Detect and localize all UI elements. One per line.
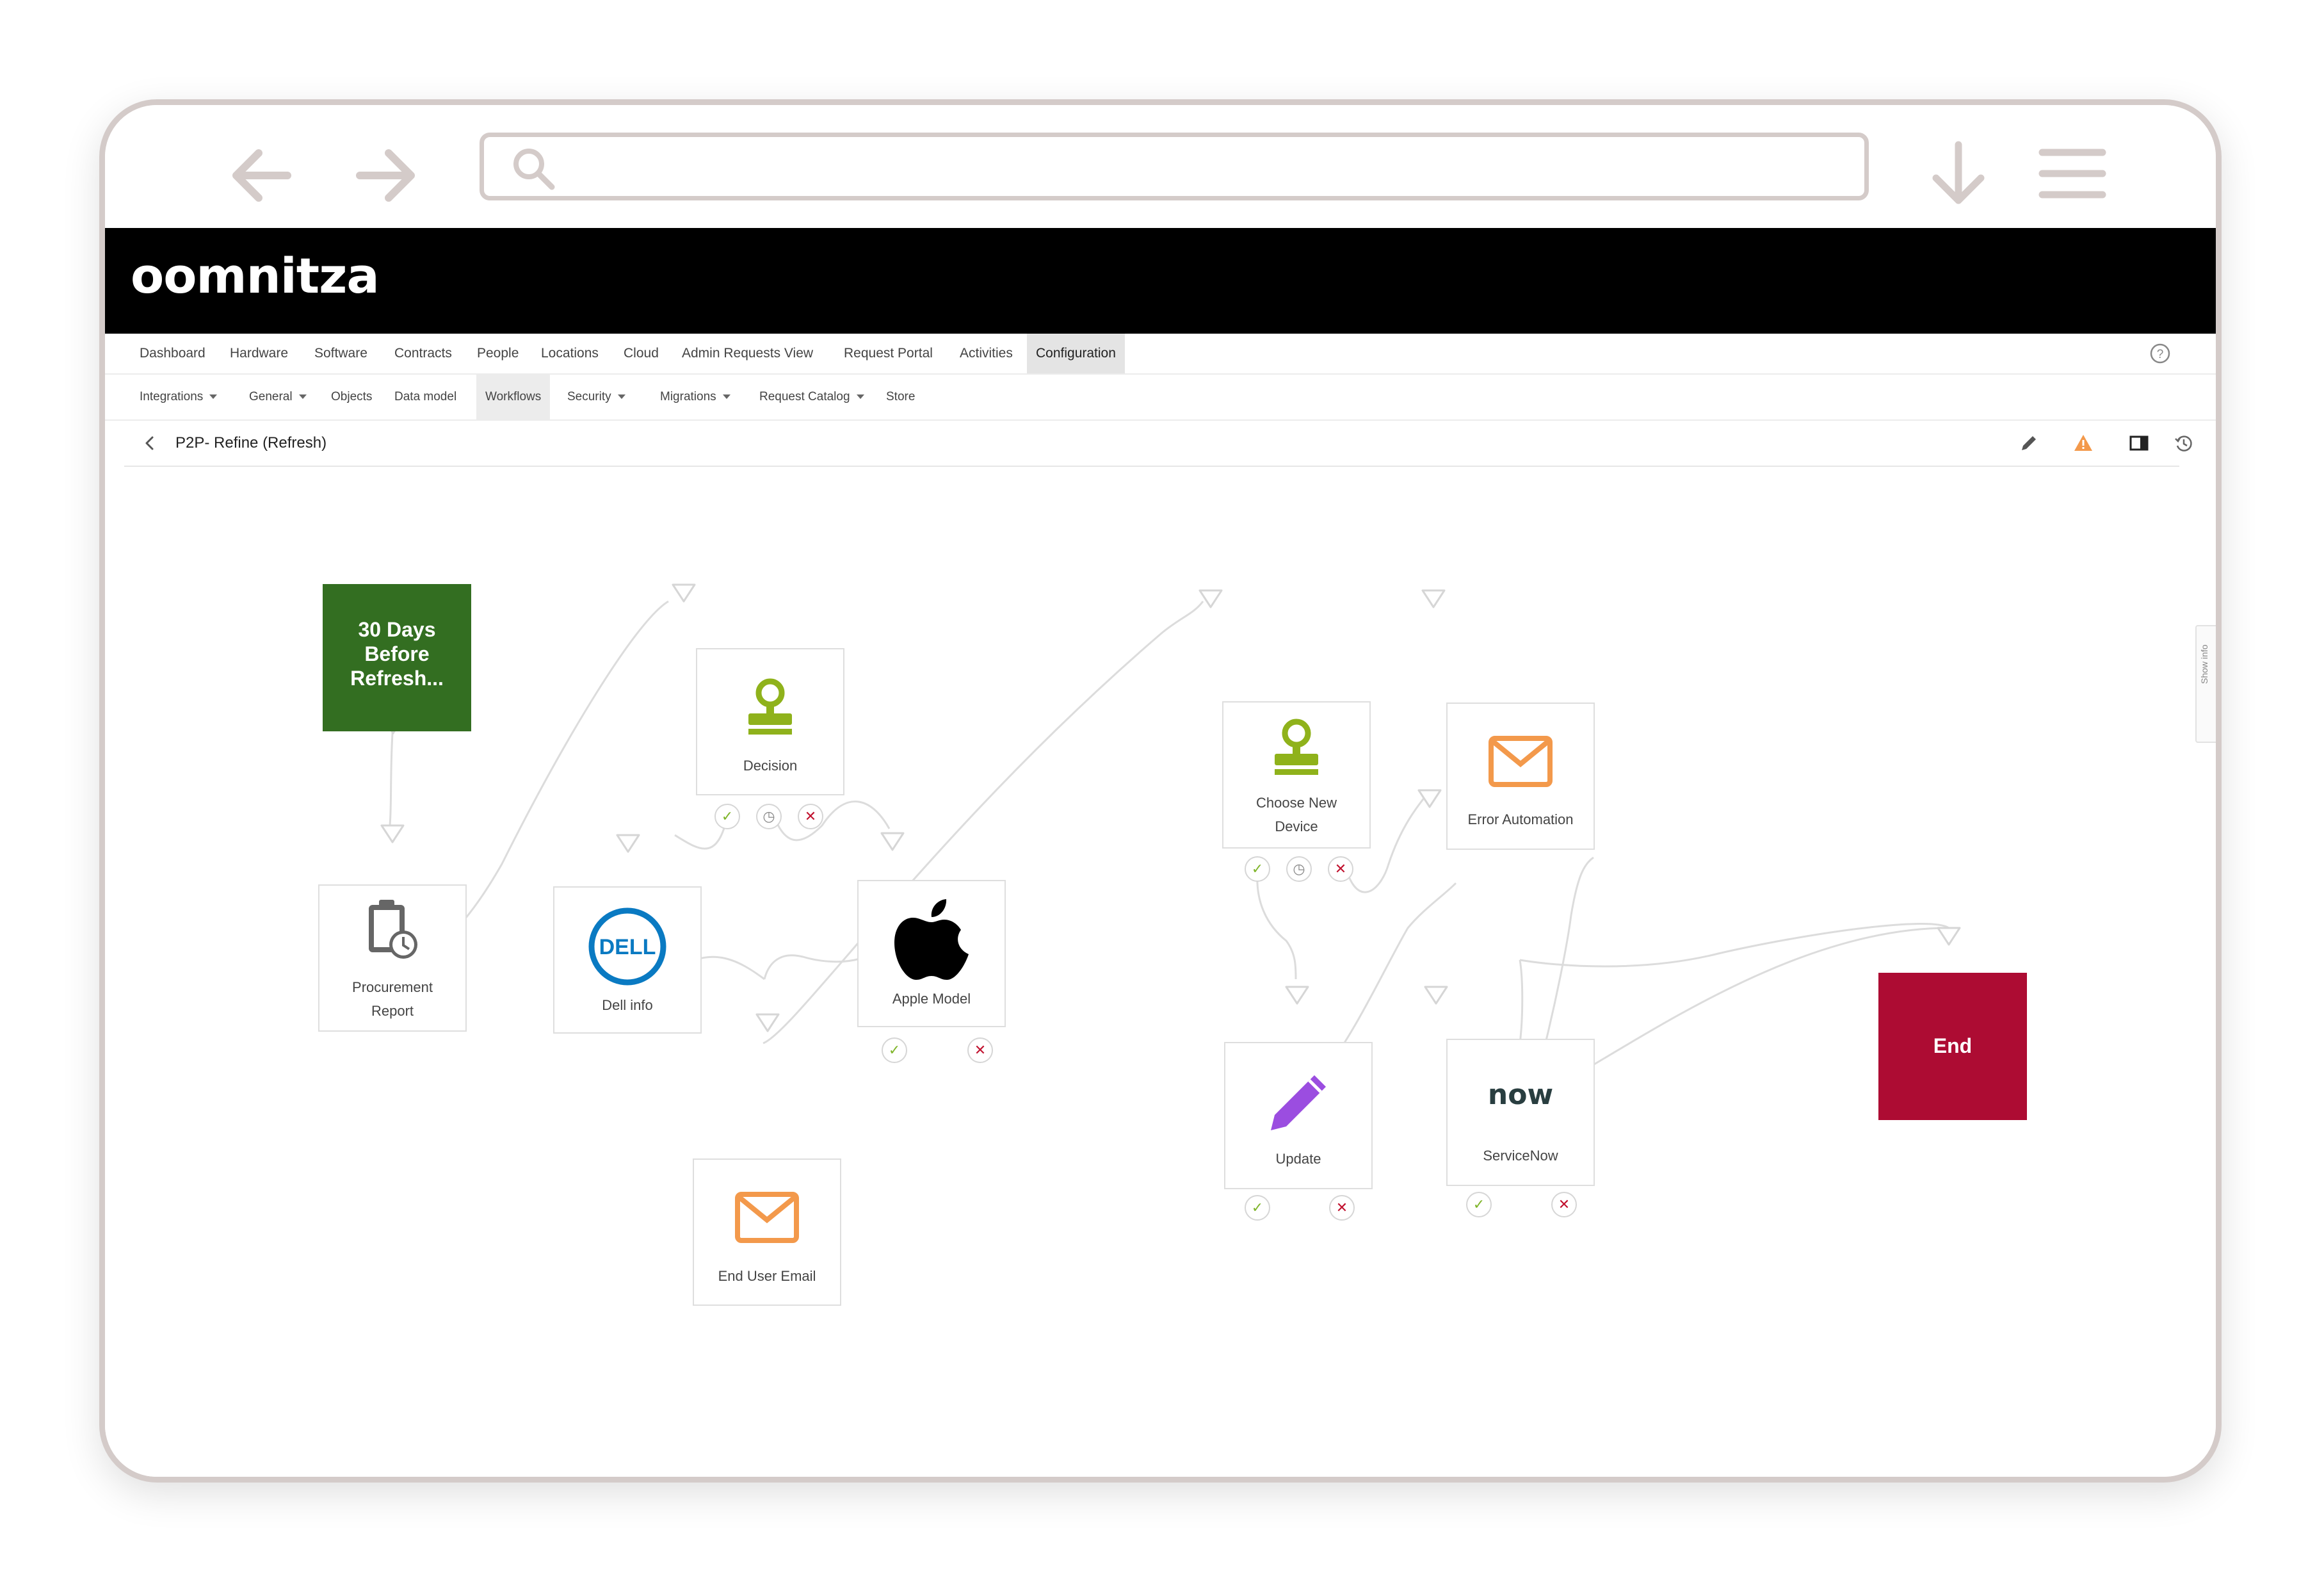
approval-stamp-icon [748,678,792,735]
menu-item-activities[interactable]: Activities [951,334,1022,373]
brand-bar: oomnitza [105,228,2216,334]
submenu-migrations[interactable]: Migrations [651,375,739,419]
workflow-node-update[interactable]: Update [1224,1042,1373,1189]
node-label: Decision [743,758,798,774]
dell-logo-text: DELL [599,935,656,959]
node-label: Apple Model [892,991,971,1007]
primary-menu: Dashboard Hardware Software Contracts Pe… [105,334,2216,375]
reject-port-icon[interactable]: ✕ [967,1037,993,1063]
history-icon[interactable] [2173,432,2195,454]
hamburger-menu-icon[interactable] [2037,145,2108,202]
clock-port-icon[interactable]: ◷ [1286,856,1312,882]
menu-item-software[interactable]: Software [305,334,376,373]
submenu-request-catalog[interactable]: Request Catalog [750,375,873,419]
reject-port-icon[interactable]: ✕ [798,804,823,829]
submenu-general-label: General [249,390,293,403]
reject-port-icon[interactable]: ✕ [1328,856,1353,882]
submenu-store[interactable]: Store [877,375,924,419]
workflow-node-apple-model[interactable]: Apple Model [857,880,1006,1027]
chevron-down-icon [298,394,307,400]
submenu-workflows[interactable]: Workflows [476,375,551,419]
menu-item-dashboard[interactable]: Dashboard [131,334,214,373]
show-info-tab[interactable]: Show info [2195,625,2216,743]
clock-port-icon[interactable]: ◷ [756,804,782,829]
submenu-request-catalog-label: Request Catalog [759,390,850,403]
approve-port-icon[interactable]: ✓ [1466,1192,1492,1217]
workflow-node-end[interactable]: End [1878,973,2027,1120]
reject-port-icon[interactable]: ✕ [1551,1192,1577,1217]
app-window: oomnitza Dashboard Hardware Software Con… [105,228,2216,1477]
submenu-migrations-label: Migrations [660,390,716,403]
menu-item-hardware[interactable]: Hardware [221,334,297,373]
menu-item-contracts[interactable]: Contracts [385,334,461,373]
menu-item-locations[interactable]: Locations [532,334,608,373]
node-label: End User Email [718,1268,816,1284]
chevron-down-icon [856,394,864,400]
chevron-down-icon [617,394,625,400]
panel-icon[interactable] [2128,432,2150,454]
chevron-down-icon [209,394,218,400]
node-label: Error Automation [1467,811,1574,827]
workflow-node-error-automation[interactable]: Error Automation [1446,703,1595,850]
chevron-left-icon[interactable] [142,435,157,451]
secondary-menu: Integrations General Objects Data model … [105,375,2216,421]
submenu-integrations-label: Integrations [140,390,204,403]
download-icon[interactable] [1926,138,1990,209]
workflow-node-choose-new-device[interactable]: Choose New Device [1222,701,1371,849]
workflow-node-servicenow[interactable]: now ServiceNow [1446,1039,1595,1186]
clipboard-clock-icon [369,900,417,959]
workflow-header: P2P- Refine (Refresh) [124,421,2192,467]
show-info-label: Show info [2199,644,2209,684]
workflow-canvas[interactable]: 30 Days Before Refresh... Procurement Re… [105,467,2160,1477]
apple-logo-icon [894,899,969,980]
approve-port-icon[interactable]: ✓ [882,1037,907,1063]
submenu-integrations[interactable]: Integrations [131,375,226,419]
approve-port-icon[interactable]: ✓ [714,804,740,829]
workflow-node-procurement-report[interactable]: Procurement Report [318,884,467,1032]
submenu-objects[interactable]: Objects [322,375,381,419]
browser-toolbar [105,105,2216,228]
menu-item-admin-requests-view[interactable]: Admin Requests View [673,334,822,373]
pencil-icon[interactable] [2018,432,2040,454]
pencil-icon [1271,1075,1326,1130]
address-bar[interactable] [480,133,1869,200]
submenu-general[interactable]: General [240,375,316,419]
workflow-node-end-user-email[interactable]: End User Email [693,1158,841,1306]
chevron-down-icon [722,394,730,400]
back-arrow-icon[interactable] [223,143,300,207]
approval-stamp-icon [1275,719,1318,775]
node-label: Update [1275,1151,1321,1167]
page-title: P2P- Refine (Refresh) [175,434,327,451]
menu-item-people[interactable]: People [468,334,528,373]
help-icon[interactable]: ? [2149,343,2171,364]
svg-text:?: ? [2157,348,2164,361]
node-label: Dell info [602,997,653,1013]
workflow-node-start[interactable]: 30 Days Before Refresh... [323,584,471,731]
submenu-security[interactable]: Security [558,375,634,419]
approve-port-icon[interactable]: ✓ [1245,1195,1270,1221]
workflow-node-decision[interactable]: Decision [696,648,844,795]
node-label: End [1933,1034,1973,1057]
menu-item-configuration[interactable]: Configuration [1027,334,1125,373]
servicenow-logo-icon: now [1487,1078,1554,1111]
envelope-icon [735,1192,799,1243]
reject-port-icon[interactable]: ✕ [1329,1195,1355,1221]
warning-icon[interactable] [2072,432,2094,454]
node-label: 30 Days Before Refresh... [350,618,444,690]
submenu-security-label: Security [567,390,611,403]
forward-arrow-icon[interactable] [347,143,424,207]
device-frame: oomnitza Dashboard Hardware Software Con… [99,99,2222,1483]
envelope-icon [1489,736,1553,787]
approve-port-icon[interactable]: ✓ [1245,856,1270,882]
app-logo[interactable]: oomnitza [131,247,380,304]
node-label: Choose New Device [1256,795,1337,834]
submenu-data-model[interactable]: Data model [385,375,465,419]
node-label: Procurement Report [352,979,433,1019]
workflow-node-dell-info[interactable]: DELL Dell info [553,886,702,1034]
node-label: ServiceNow [1483,1148,1558,1164]
menu-item-cloud[interactable]: Cloud [615,334,668,373]
menu-item-request-portal[interactable]: Request Portal [835,334,942,373]
search-icon [513,149,555,190]
dell-logo-icon: DELL [588,907,666,986]
